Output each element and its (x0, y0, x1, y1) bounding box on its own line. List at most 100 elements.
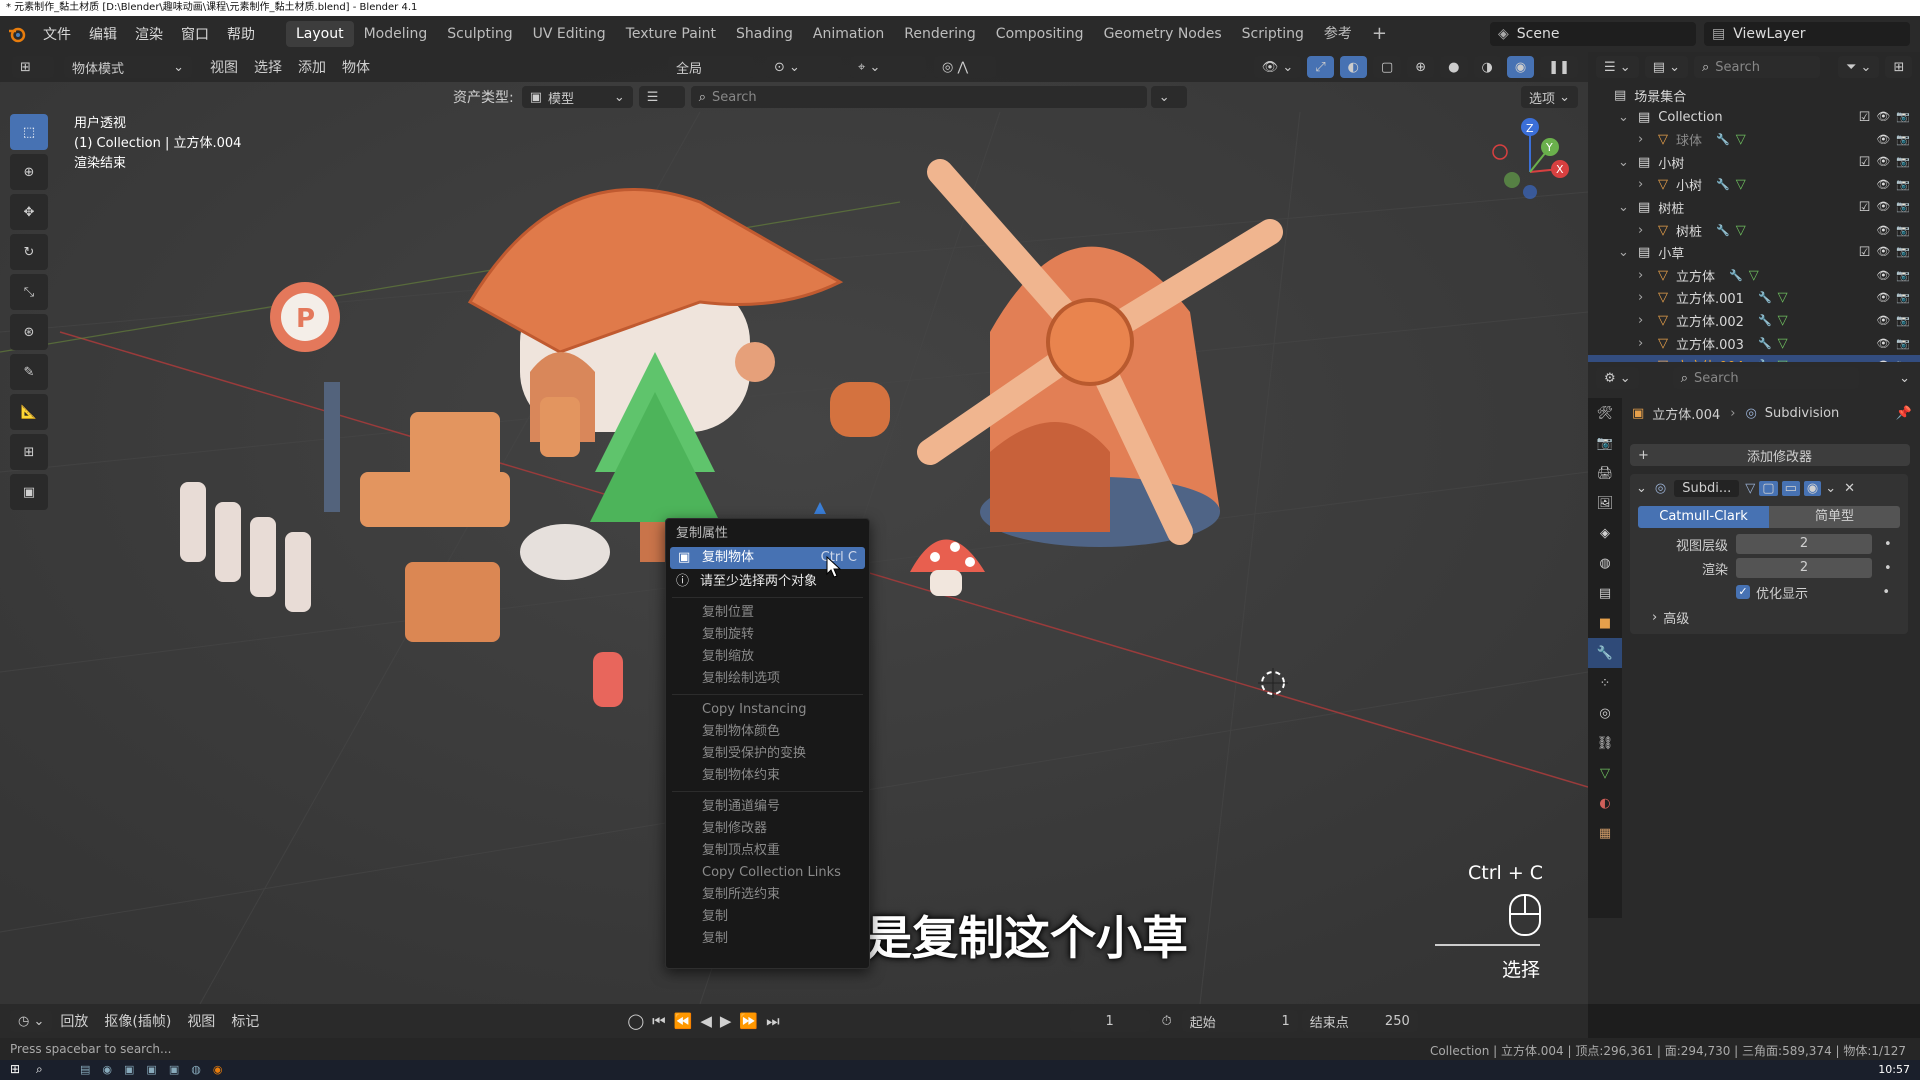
advanced-subpanel[interactable]: › 高级 (1630, 604, 1908, 630)
camera-icon[interactable]: 📷 (1896, 155, 1910, 170)
shading-solid-icon[interactable]: ● (1440, 56, 1468, 78)
chevron-down-icon[interactable]: ⌄ (1150, 86, 1187, 108)
modifier-icon[interactable]: 🔧 (1729, 269, 1743, 282)
exclude-checkbox[interactable]: ☑ (1859, 200, 1871, 215)
modifier-icon[interactable]: 🔧 (1758, 314, 1772, 327)
list-view-icon[interactable]: ☰ (638, 86, 685, 108)
start-frame-field[interactable]: 起始 1 (1181, 1010, 1298, 1032)
eye-icon[interactable]: 👁 (1876, 269, 1890, 282)
menu-object[interactable]: 物体 (334, 57, 378, 77)
copy-draw-options-item[interactable]: 复制绘制选项 (666, 668, 869, 690)
search-icon[interactable]: ⌕ (36, 1062, 43, 1077)
exclude-checkbox[interactable]: ☑ (1859, 245, 1871, 260)
scale-tool-icon[interactable]: ⤡ (10, 274, 48, 310)
move-tool-icon[interactable]: ✥ (10, 194, 48, 230)
keyframe-dot-icon[interactable]: • (1884, 561, 1892, 576)
chevron-down-icon[interactable]: ⌄ (1899, 371, 1910, 386)
camera-icon[interactable]: 📷 (1896, 245, 1910, 260)
pin-icon[interactable]: 📌 (1896, 406, 1912, 421)
outliner-object-row[interactable]: › ▽ 立方体.001 🔧 ▽ 👁 📷 (1588, 287, 1920, 309)
collection-tab-icon[interactable]: ▤ (1588, 578, 1622, 608)
tab-geometry-nodes[interactable]: Geometry Nodes (1094, 21, 1232, 47)
tab-rendering[interactable]: Rendering (894, 21, 986, 47)
tab-texture-paint[interactable]: Texture Paint (616, 21, 726, 47)
copy-protected-transform-item[interactable]: 复制受保护的变换 (666, 743, 869, 765)
eye-icon[interactable]: 👁 (1876, 291, 1890, 304)
render-levels-field[interactable]: 2 (1736, 558, 1872, 578)
add-workspace-icon[interactable]: + (1362, 21, 1397, 47)
modifier-icon[interactable]: 🔧 (1758, 337, 1772, 350)
photoshop-icon[interactable]: ▣ (124, 1063, 134, 1076)
cage-toggle-icon[interactable]: ▢ (1759, 480, 1778, 496)
chevron-right-icon[interactable]: › (1638, 132, 1652, 147)
end-frame-field[interactable]: 结束点 250 (1301, 1010, 1418, 1032)
modifier-icon[interactable]: 🔧 (1758, 291, 1772, 304)
chevron-right-icon[interactable]: › (1638, 223, 1652, 238)
transform-tool-icon[interactable]: ⊛ (10, 314, 48, 350)
modifier-icon[interactable]: 🔧 (1716, 133, 1730, 146)
viewport-toggle-icon[interactable]: ▭ (1781, 480, 1800, 496)
mesh-data-icon[interactable]: ▽ (1736, 132, 1746, 147)
copy-modifiers-item[interactable]: 复制修改器 (666, 818, 869, 840)
blender-app-icon[interactable]: ◉ (213, 1063, 223, 1076)
mesh-data-icon[interactable]: ▽ (1736, 177, 1746, 192)
eye-icon[interactable]: 👁 (1876, 337, 1890, 350)
eye-icon[interactable]: 👁 (1876, 200, 1890, 215)
outliner-search-input[interactable]: ⌕ Search (1694, 56, 1820, 78)
tab-uv-editing[interactable]: UV Editing (523, 21, 616, 47)
particles-tab-icon[interactable]: ⁘ (1588, 668, 1622, 698)
exclude-checkbox[interactable]: ☑ (1859, 110, 1871, 125)
asset-search-input[interactable]: ⌕ Search (690, 86, 1147, 108)
data-tab-icon[interactable]: ▽ (1588, 758, 1622, 788)
camera-icon[interactable]: 📷 (1896, 269, 1910, 282)
menu-view[interactable]: 视图 (179, 1011, 223, 1031)
modifier-tab-icon[interactable]: 🔧 (1588, 638, 1622, 668)
blender-logo-icon[interactable] (0, 25, 34, 43)
view-layer-tab-icon[interactable]: 🖼 (1588, 488, 1622, 518)
chevron-down-icon[interactable]: ⌄ (1618, 245, 1632, 260)
mesh-data-icon[interactable]: ▽ (1778, 313, 1788, 328)
view-layer-selector[interactable]: ▤ ViewLayer (1704, 22, 1910, 46)
material-tab-icon[interactable]: ◐ (1588, 788, 1622, 818)
chevron-right-icon[interactable]: › (1638, 177, 1652, 192)
object-tab-icon[interactable]: ■ (1588, 608, 1622, 638)
catmull-clark-toggle[interactable]: Catmull-Clark (1638, 506, 1769, 528)
shading-rendered-icon[interactable]: ◉ (1506, 56, 1535, 78)
copy-item[interactable]: 复制 (666, 928, 869, 950)
outliner-object-row[interactable]: › ▽ 树桩 🔧 ▽ 👁 📷 (1588, 219, 1920, 241)
snap-toggle[interactable]: ⌖ ⌄ (850, 56, 926, 78)
mode-selector[interactable]: 物体模式 ⌄ (64, 56, 192, 78)
add-cube-tool-icon[interactable]: ⊞ (10, 434, 48, 470)
copy-selected-constraints-item[interactable]: 复制所选约束 (666, 884, 869, 906)
gizmo-toggle-icon[interactable]: ⤢ (1307, 56, 1334, 78)
menu-file[interactable]: 文件 (34, 24, 80, 44)
menu-window[interactable]: 窗口 (172, 24, 218, 44)
outliner-object-row[interactable]: › ▽ 立方体 🔧 ▽ 👁 📷 (1588, 264, 1920, 286)
copy-vertex-weights-item[interactable]: 复制顶点权重 (666, 840, 869, 862)
illustrator-icon[interactable]: ▣ (146, 1063, 156, 1076)
chevron-right-icon[interactable]: › (1638, 336, 1652, 351)
pivot-point-selector[interactable]: ⊙ ⌄ (766, 56, 842, 78)
tab-shading[interactable]: Shading (726, 21, 803, 47)
camera-icon[interactable]: 📷 (1896, 291, 1910, 304)
properties-search-input[interactable]: ⌕ Search (1672, 367, 1859, 389)
editor-type-icon[interactable]: ☰ ⌄ (1596, 56, 1639, 78)
menu-marker[interactable]: 标记 (223, 1011, 267, 1031)
proportional-edit-toggle[interactable]: ◎ ⋀ (934, 56, 996, 78)
modifier-icon[interactable]: 🔧 (1716, 178, 1730, 191)
eye-icon[interactable]: 👁 (1876, 110, 1890, 125)
add-modifier-button[interactable]: + 添加修改器 (1630, 444, 1910, 466)
play-reverse-icon[interactable]: ◀ (700, 1012, 712, 1030)
editor-type-icon[interactable]: ⚙ ⌄ (1596, 367, 1639, 389)
display-mode-icon[interactable]: ▤ ⌄ (1644, 56, 1688, 78)
eye-icon[interactable]: 👁 (1876, 155, 1890, 170)
prev-keyframe-icon[interactable]: ⏪ (674, 1012, 693, 1030)
xray-toggle-icon[interactable]: ▢ (1372, 56, 1402, 78)
menu-edit[interactable]: 编辑 (80, 24, 126, 44)
browser-icon[interactable]: ◉ (102, 1063, 112, 1076)
close-icon[interactable]: ✕ (1844, 481, 1855, 496)
chevron-down-icon[interactable]: ⌄ (1825, 481, 1836, 496)
constraints-tab-icon[interactable]: ⛓ (1588, 728, 1622, 758)
camera-icon[interactable]: 📷 (1896, 178, 1910, 191)
render-toggle-icon[interactable]: ◉ (1803, 480, 1822, 496)
